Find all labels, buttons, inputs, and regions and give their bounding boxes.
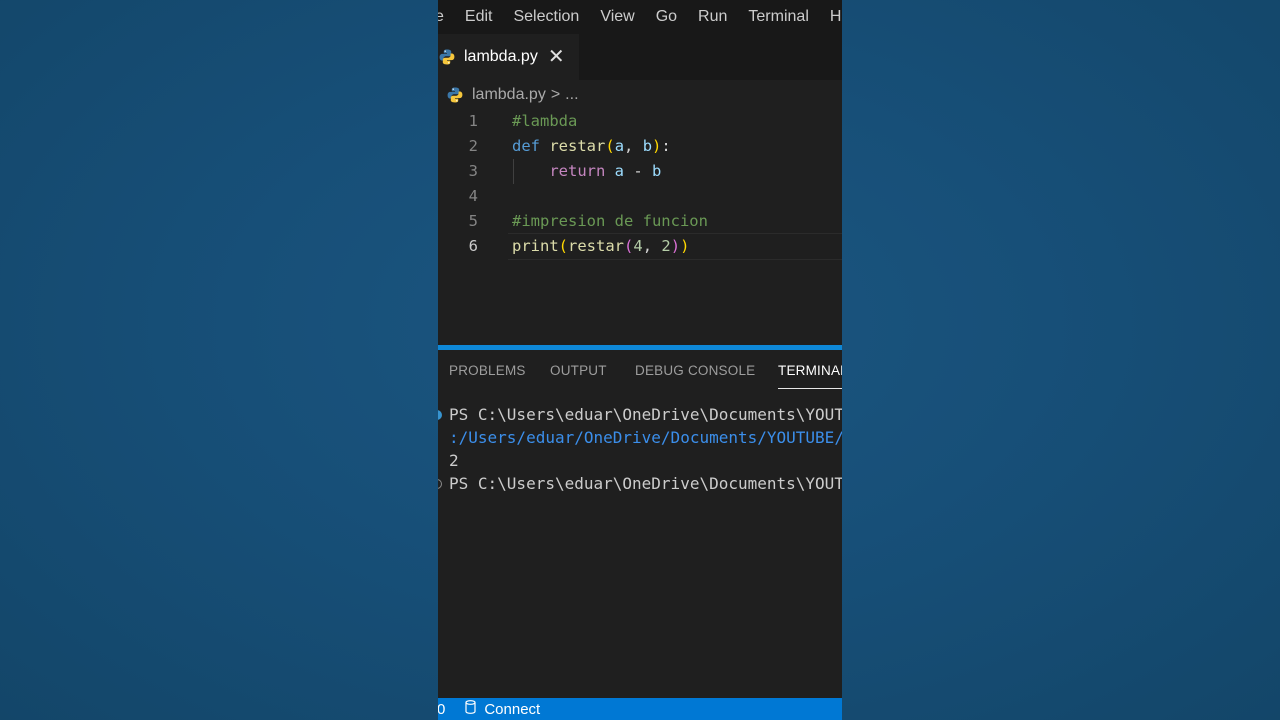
code-text: #lambda <box>512 109 577 134</box>
python-file-icon <box>438 48 456 66</box>
close-icon[interactable]: ✕ <box>548 47 565 67</box>
code-line: 5 #impresion de funcion <box>438 209 842 234</box>
code-editor[interactable]: 1 #lambda 2 def restar(a, b): 3 return a - b… <box>438 109 842 345</box>
code-token: , <box>642 237 662 255</box>
terminal-line: PS C:\Users\eduar\OneDrive\Documents\YOU… <box>449 405 842 424</box>
python-file-icon <box>446 86 464 104</box>
code-line: 4 <box>438 184 842 209</box>
code-token: - <box>624 162 653 180</box>
menu-item-edit[interactable]: Edit <box>465 8 493 26</box>
code-token: b <box>642 137 653 155</box>
code-token: 2 <box>661 237 671 255</box>
line-number: 4 <box>468 187 478 205</box>
menu-bar: e Edit Selection View Go Run Terminal H <box>438 0 842 34</box>
code-token: 4 <box>633 237 643 255</box>
code-text: return a - b <box>512 159 661 184</box>
vscode-window: e Edit Selection View Go Run Terminal H lambda.… <box>438 0 842 720</box>
code-token: restar <box>549 137 606 155</box>
tab-terminal[interactable]: TERMINAL <box>778 363 842 378</box>
code-token: print <box>512 237 559 255</box>
panel-tab-bar: PROBLEMS OUTPUT DEBUG CONSOLE TERMINAL <box>438 350 842 392</box>
menu-item-terminal[interactable]: Terminal <box>748 8 808 26</box>
code-line: 3 return a - b <box>438 159 842 184</box>
command-decoration-icon[interactable] <box>438 410 442 420</box>
code-token: b <box>652 162 662 180</box>
breadcrumb-file[interactable]: lambda.py <box>472 86 546 104</box>
code-line: 2 def restar(a, b): <box>438 134 842 159</box>
code-token: ( <box>558 237 569 255</box>
code-line: 6 print(restar(4, 2)) <box>438 233 842 260</box>
tab-debug-console[interactable]: DEBUG CONSOLE <box>635 363 755 378</box>
bottom-panel: PROBLEMS OUTPUT DEBUG CONSOLE TERMINAL P… <box>438 350 842 698</box>
menu-item-view[interactable]: View <box>600 8 634 26</box>
terminal-line: 2 <box>449 451 459 470</box>
terminal-line: PS C:\Users\eduar\OneDrive\Documents\YOU… <box>449 474 842 493</box>
menu-item-e[interactable]: e <box>438 8 444 26</box>
breadcrumb-more[interactable]: ... <box>565 86 578 104</box>
line-number: 5 <box>468 212 478 230</box>
code-token: ) <box>680 237 690 255</box>
code-token: return <box>549 162 606 180</box>
code-token: a <box>614 162 625 180</box>
code-text: print(restar(4, 2)) <box>512 234 689 259</box>
connect-button[interactable]: Connect <box>465 700 540 718</box>
tab-lambda-py[interactable]: lambda.py ✕ <box>438 34 579 80</box>
chevron-right-icon: > <box>550 86 561 103</box>
database-icon <box>465 700 476 718</box>
code-token: #lambda <box>512 112 578 130</box>
code-token: #impresion de funcion <box>512 212 708 230</box>
line-number: 3 <box>468 162 478 180</box>
code-text: def restar(a, b): <box>512 134 671 159</box>
tab-label: lambda.py <box>464 48 538 65</box>
line-number: 2 <box>468 137 478 155</box>
code-token: ( <box>605 137 615 155</box>
status-bar: 0 Connect <box>438 698 842 720</box>
command-decoration-icon[interactable] <box>438 479 442 489</box>
menu-item-selection[interactable]: Selection <box>513 8 579 26</box>
line-number: 1 <box>468 112 478 130</box>
menu-item-go[interactable]: Go <box>656 8 677 26</box>
breadcrumb: lambda.py > ... <box>446 84 579 106</box>
menu-item-run[interactable]: Run <box>698 8 727 26</box>
line-number: 6 <box>468 237 478 255</box>
tab-bar: lambda.py ✕ <box>438 34 842 80</box>
code-line: 1 #lambda <box>438 109 842 134</box>
code-token: ) <box>652 137 662 155</box>
code-token: a <box>614 137 625 155</box>
status-problems-count[interactable]: 0 <box>438 701 445 718</box>
code-token: , <box>624 137 643 155</box>
menu-item-h[interactable]: H <box>830 8 842 26</box>
connect-label: Connect <box>484 700 541 718</box>
code-token: restar <box>568 237 625 255</box>
tab-problems[interactable]: PROBLEMS <box>449 363 526 378</box>
code-text: #impresion de funcion <box>512 209 708 234</box>
code-token: def <box>512 137 540 155</box>
active-tab-indicator <box>778 388 842 389</box>
code-token: ) <box>670 237 681 255</box>
terminal-line: :/Users/eduar/OneDrive/Documents/YOUTUBE… <box>449 428 842 447</box>
code-token: : <box>661 137 671 155</box>
tab-output[interactable]: OUTPUT <box>550 363 607 378</box>
code-token: ( <box>624 237 634 255</box>
terminal-output[interactable]: PS C:\Users\eduar\OneDrive\Documents\YOU… <box>438 404 842 684</box>
